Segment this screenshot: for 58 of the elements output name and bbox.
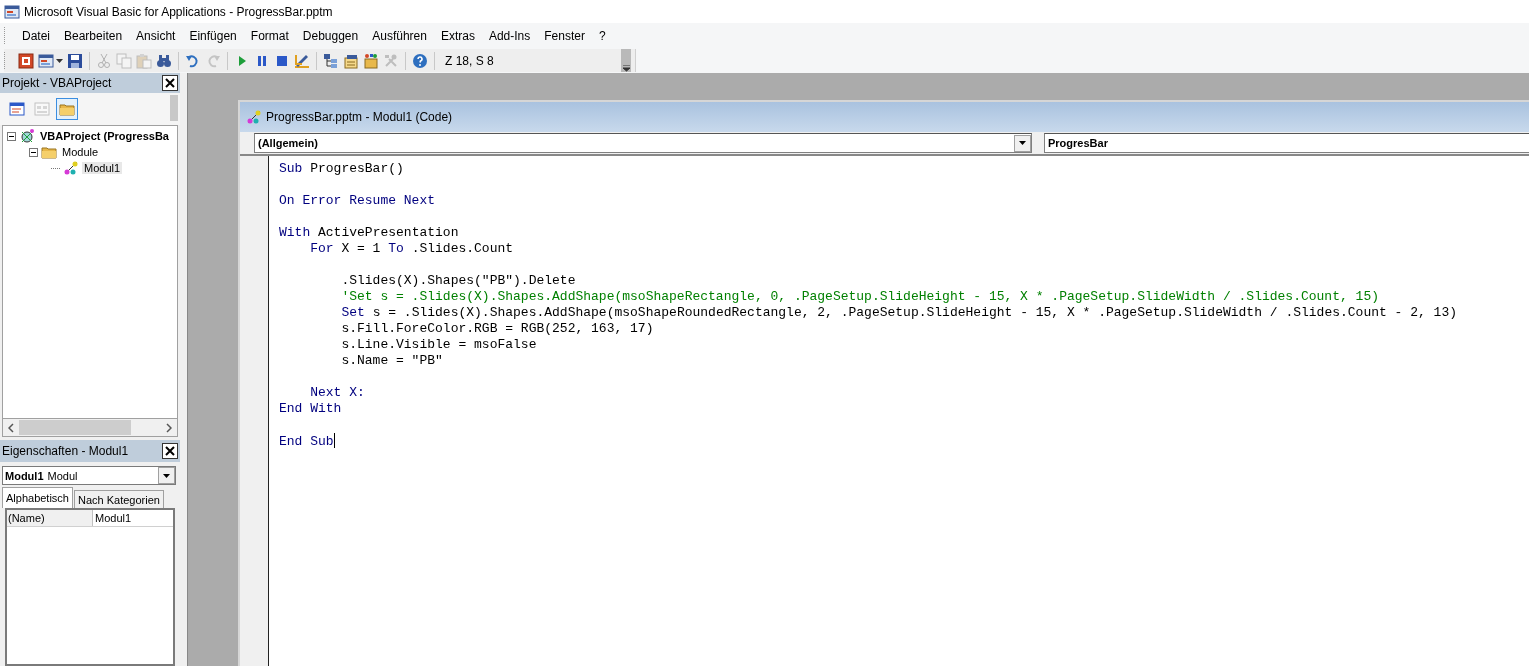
code-line: s.Name = "PB" bbox=[340, 353, 444, 369]
object-dropdown[interactable]: Modul1 Modul bbox=[2, 466, 176, 485]
dropdown-arrow-icon bbox=[1019, 141, 1026, 145]
dropdown-arrow-icon bbox=[163, 473, 170, 478]
cursor-position: Z 18, S 8 bbox=[444, 53, 495, 68]
procedure-dropdown[interactable]: ProgresBar bbox=[1044, 133, 1529, 153]
menu-item[interactable]: Debuggen bbox=[296, 26, 367, 45]
code-line: s.Line.Visible = msoFalse bbox=[340, 337, 538, 353]
collapse-icon[interactable] bbox=[7, 131, 16, 141]
menu-item[interactable]: Format bbox=[244, 26, 297, 45]
menu-item[interactable]: Einfügen bbox=[183, 26, 245, 45]
collapse-icon[interactable] bbox=[29, 147, 38, 157]
tab[interactable]: Nach Kategorien bbox=[74, 490, 164, 508]
code-line: .Slides(X).Shapes("PB").Delete bbox=[340, 273, 577, 289]
menu-item[interactable]: Ansicht bbox=[130, 26, 184, 45]
menu-item[interactable]: Bearbeiten bbox=[58, 26, 131, 45]
code-line: Set s = .Slides(X).Shapes.AddShape(msoShapeRoundedRectangle, 2, .PageSetup.SlideHeight - 15, X * .PageSetup.SlideWidth / .Slides.Count - 2, 13) bbox=[340, 305, 1457, 321]
app-icon bbox=[4, 3, 20, 20]
close-button[interactable] bbox=[162, 75, 178, 91]
menu-item[interactable]: Ausführen bbox=[366, 26, 435, 45]
project-icon bbox=[19, 128, 35, 144]
code-line: End Sub bbox=[279, 433, 336, 449]
tree-item[interactable]: Modul1 bbox=[82, 162, 123, 174]
tree-item[interactable]: VBAProject (ProgressBa bbox=[38, 130, 171, 142]
panel-title: Projekt - VBAProject bbox=[2, 76, 112, 90]
module-icon bbox=[63, 160, 79, 176]
close-button[interactable] bbox=[162, 443, 178, 459]
folder-icon bbox=[41, 144, 57, 160]
panel-title: Eigenschaften - Modul1 bbox=[2, 444, 129, 458]
tree-item[interactable]: Module bbox=[60, 146, 101, 158]
menu-item[interactable]: Datei bbox=[16, 26, 58, 45]
code-line: With ActivePresentation bbox=[279, 225, 460, 241]
scroll-right-icon bbox=[166, 422, 172, 433]
toolbar-options-button[interactable] bbox=[621, 49, 631, 72]
object-type: Modul bbox=[47, 469, 79, 482]
window-title: Microsoft Visual Basic for Applications - ProgressBar.pptm bbox=[24, 4, 333, 19]
menu-item[interactable]: Extras bbox=[434, 26, 483, 45]
object-name: Modul1 bbox=[4, 469, 45, 482]
caret-icon bbox=[622, 65, 630, 72]
code-line: 'Set s = .Slides(X).Shapes.AddShape(msoShapeRectangle, 0, .PageSetup.SlideHeight - 15, X * .PageSetup.SlideWidth / .Slides.Count, 15) bbox=[340, 289, 1380, 305]
object-dropdown[interactable]: (Allgemein) bbox=[254, 133, 1032, 153]
menu-item[interactable]: Fenster bbox=[538, 26, 593, 45]
menu-item[interactable]: Add-Ins bbox=[482, 26, 539, 45]
menu-item[interactable]: ? bbox=[592, 26, 614, 45]
form-icon[interactable] bbox=[38, 52, 54, 69]
code-line: On Error Resume Next bbox=[279, 193, 437, 209]
code-line: Sub ProgresBar() bbox=[279, 161, 405, 177]
code-line: Next X: bbox=[309, 385, 366, 401]
property-name: (Name) bbox=[7, 510, 93, 526]
caret-icon bbox=[56, 58, 63, 63]
code-line: End With bbox=[279, 401, 343, 417]
scroll-left-icon bbox=[8, 422, 14, 433]
tab[interactable]: Alphabetisch bbox=[2, 487, 73, 508]
horizontal-scrollbar[interactable] bbox=[2, 419, 178, 437]
code-window-title: ProgressBar.pptm - Modul1 (Code) bbox=[266, 110, 453, 124]
code-line: For X = 1 To .Slides.Count bbox=[309, 241, 515, 257]
module-icon bbox=[246, 109, 262, 125]
code-line: s.Fill.ForeColor.RGB = RGB(252, 163, 17) bbox=[340, 321, 655, 337]
